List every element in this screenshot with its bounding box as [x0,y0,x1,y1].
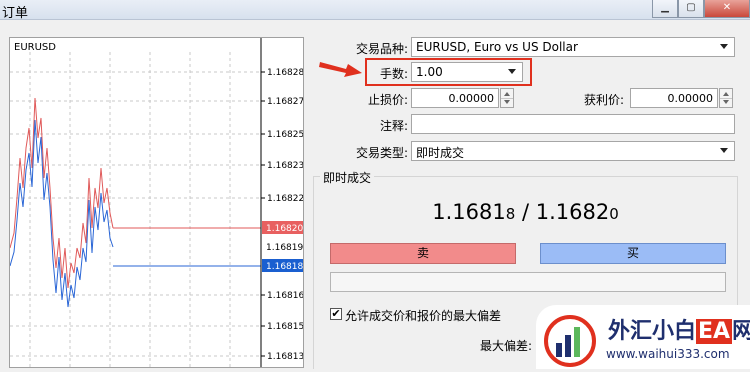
sell-button[interactable]: 卖 [330,243,516,264]
takeprofit-field[interactable]: 0.00000 [630,88,718,108]
spin-down-icon [723,100,729,104]
price-scale: 1.16828 1.16827 1.16825 1.16823 1.16822 1.168… [261,68,303,362]
order-type-select-value: 即时成交 [416,146,465,160]
bid-price-series [10,97,114,289]
checkmark-icon: ✔ [331,307,341,320]
ask-price-series [10,119,114,308]
max-deviation-checkbox[interactable]: ✔ [330,308,342,320]
order-type-select[interactable]: 即时成交 [411,141,735,161]
ask-price-main: 1.1682 [535,200,610,224]
spin-up-icon [504,92,510,96]
site-watermark: 外汇小白EA网 www.waihui333.com [536,305,750,369]
max-deviation-checkbox-label[interactable]: 允许成交价和报价的最大偏差 [345,307,501,324]
watermark-brand-main: 外汇小白 [608,319,697,344]
order-type-label: 交易类型: [355,146,408,160]
symbol-select[interactable]: EURUSD, Euro vs US Dollar [411,37,735,57]
quote-display: 1.16818 / 1.16820 [313,200,738,224]
symbol-select-value: EURUSD, Euro vs US Dollar [416,40,578,54]
takeprofit-spinner[interactable] [719,88,733,108]
ask-price-marker-label: 1.16818 [266,262,303,272]
overlap-tick-label: 1.16819 [266,243,303,253]
max-deviation-label: 最大偏差: [479,339,532,353]
chevron-down-icon [720,148,728,153]
stoploss-field[interactable]: 0.00000 [411,88,499,108]
price-tick-label: 1.16827 [267,97,303,107]
price-tick-label: 1.16815 [267,322,303,332]
price-tick-label: 1.16816 [267,291,303,301]
bar-chart-logo-icon [544,315,596,367]
takeprofit-label: 获利价: [583,93,624,107]
tick-chart: EURUSD 1.16828 1.16827 1.16825 1.16823 1.168… [9,37,304,368]
bid-price-last-digit: 8 [505,205,516,223]
price-tick-label: 1.16822 [267,194,303,204]
price-tick-label: 1.16823 [267,161,303,171]
spin-up-icon [723,92,729,96]
minimize-icon[interactable]: ▁ [652,0,678,18]
instant-execution-title: 即时成交 [320,169,375,186]
chevron-down-icon [720,44,728,49]
watermark-brand-tail: 网 [732,319,750,344]
ask-price-last-digit: 0 [609,205,619,223]
price-tick-label: 1.16825 [267,130,303,140]
volume-highlight-annotation [365,58,532,86]
window-title: 订单 [2,6,29,21]
tick-chart-svg: 1.16828 1.16827 1.16825 1.16823 1.16822 1.168… [10,38,303,367]
watermark-brand: 外汇小白EA网 [608,313,750,345]
price-tick-label: 1.16828 [267,68,303,78]
spin-down-icon [504,100,510,104]
chart-grid [10,52,261,367]
stoploss-spinner[interactable] [500,88,514,108]
price-tick-label: 1.16813 [267,352,303,362]
watermark-url: www.waihui333.com [606,347,730,361]
comment-field[interactable] [411,114,735,134]
red-arrow-annotation-icon [319,62,362,77]
stoploss-label: 止损价: [367,93,408,107]
quote-separator: / [515,200,536,224]
bid-price-marker-label: 1.16820 [266,224,303,234]
close-icon[interactable]: ✕ [704,0,750,18]
buy-button[interactable]: 买 [540,243,726,264]
bid-price-main: 1.1681 [432,200,506,224]
window-titlebar: 订单 ▁ ▢ ✕ [0,0,750,21]
watermark-brand-ea: EA [696,319,733,344]
maximize-icon[interactable]: ▢ [678,0,704,18]
comment-label: 注释: [379,119,408,133]
execution-status-bar [330,272,726,292]
